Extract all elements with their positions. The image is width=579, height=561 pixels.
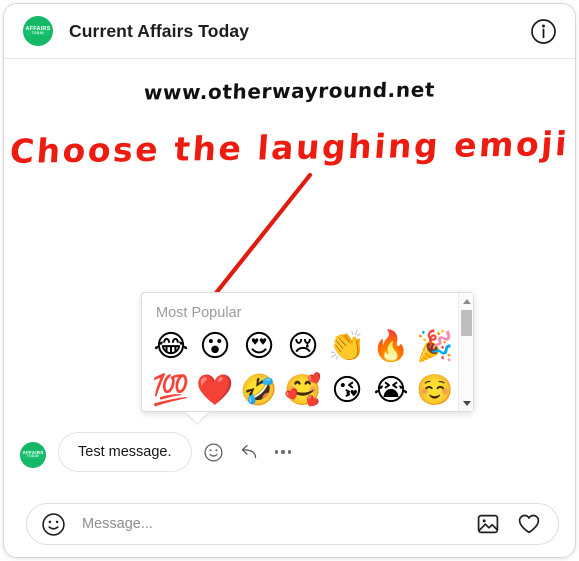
emoji-smiling-face-with-hearts[interactable]: 🥰 bbox=[281, 370, 325, 412]
like-heart-button[interactable] bbox=[517, 512, 541, 536]
scroll-down-arrow[interactable] bbox=[459, 396, 474, 410]
avatar-logo-text: AFFAIRS TODAY bbox=[25, 25, 51, 37]
message-composer[interactable] bbox=[26, 503, 559, 545]
conversation-header: AFFAIRS TODAY Current Affairs Today bbox=[4, 4, 575, 59]
message-input[interactable] bbox=[80, 515, 476, 533]
emoji-picker-button[interactable] bbox=[41, 512, 66, 537]
emoji-picker-panel[interactable]: Most Popular 😂 😮 😍 😢 👏 🔥 🎉 💯 ❤️ 🤣 🥰 😘 😭 … bbox=[141, 292, 474, 423]
message-bubble[interactable]: Test message. bbox=[58, 432, 192, 472]
emoji-face-with-open-mouth[interactable]: 😮 bbox=[193, 326, 237, 368]
annotation-website-url: www.otherwayround.net bbox=[143, 77, 436, 105]
emoji-smiling-face-with-heart-eyes[interactable]: 😍 bbox=[237, 326, 281, 368]
emoji-fire[interactable]: 🔥 bbox=[369, 326, 413, 368]
emoji-section-title: Most Popular bbox=[156, 305, 242, 321]
scrollbar-thumb[interactable] bbox=[461, 310, 472, 336]
emoji-grid: 😂 😮 😍 😢 👏 🔥 🎉 💯 ❤️ 🤣 🥰 😘 😭 ☺️ bbox=[149, 325, 457, 413]
message-avatar-logo-line2: TODAY bbox=[26, 454, 40, 459]
react-emoji-button[interactable] bbox=[203, 442, 224, 463]
composer-actions bbox=[476, 512, 541, 536]
emoji-row: 💯 ❤️ 🤣 🥰 😘 😭 ☺️ bbox=[149, 369, 457, 413]
emoji-smiling-face[interactable]: ☺️ bbox=[413, 370, 457, 412]
message-avatar-logo-text: AFFAIRS TODAY bbox=[22, 450, 44, 460]
info-icon[interactable] bbox=[530, 18, 557, 45]
emoji-crying-face[interactable]: 😢 bbox=[281, 326, 325, 368]
emoji-red-heart[interactable]: ❤️ bbox=[193, 370, 237, 412]
emoji-hundred-points[interactable]: 💯 bbox=[149, 370, 193, 412]
chat-window: AFFAIRS TODAY Current Affairs Today www.… bbox=[0, 0, 579, 561]
avatar[interactable]: AFFAIRS TODAY bbox=[23, 16, 53, 46]
reply-button[interactable] bbox=[238, 442, 259, 463]
page-title: Current Affairs Today bbox=[69, 20, 250, 41]
message-actions bbox=[203, 442, 294, 463]
more-options-button[interactable] bbox=[273, 442, 294, 463]
emoji-rolling-on-the-floor-laughing[interactable]: 🤣 bbox=[237, 370, 281, 412]
picker-tail bbox=[186, 412, 208, 423]
message-row: AFFAIRS TODAY Test message. bbox=[20, 432, 294, 472]
emoji-face-blowing-a-kiss[interactable]: 😘 bbox=[325, 370, 369, 412]
avatar-logo-line2: TODAY bbox=[31, 31, 45, 36]
emoji-picker-scrollbar[interactable] bbox=[458, 293, 473, 411]
emoji-loudly-crying-face[interactable]: 😭 bbox=[369, 370, 413, 412]
emoji-party-popper[interactable]: 🎉 bbox=[413, 326, 457, 368]
emoji-clapping-hands[interactable]: 👏 bbox=[325, 326, 369, 368]
image-attach-button[interactable] bbox=[476, 512, 500, 536]
message-avatar[interactable]: AFFAIRS TODAY bbox=[20, 442, 46, 468]
more-options-dots bbox=[274, 450, 292, 454]
window-frame: AFFAIRS TODAY Current Affairs Today www.… bbox=[3, 3, 576, 558]
annotation-instruction: Choose the laughing emoji bbox=[8, 124, 571, 171]
scroll-up-arrow[interactable] bbox=[459, 294, 474, 308]
emoji-face-with-tears-of-joy[interactable]: 😂 bbox=[149, 326, 193, 368]
emoji-row: 😂 😮 😍 😢 👏 🔥 🎉 bbox=[149, 325, 457, 369]
